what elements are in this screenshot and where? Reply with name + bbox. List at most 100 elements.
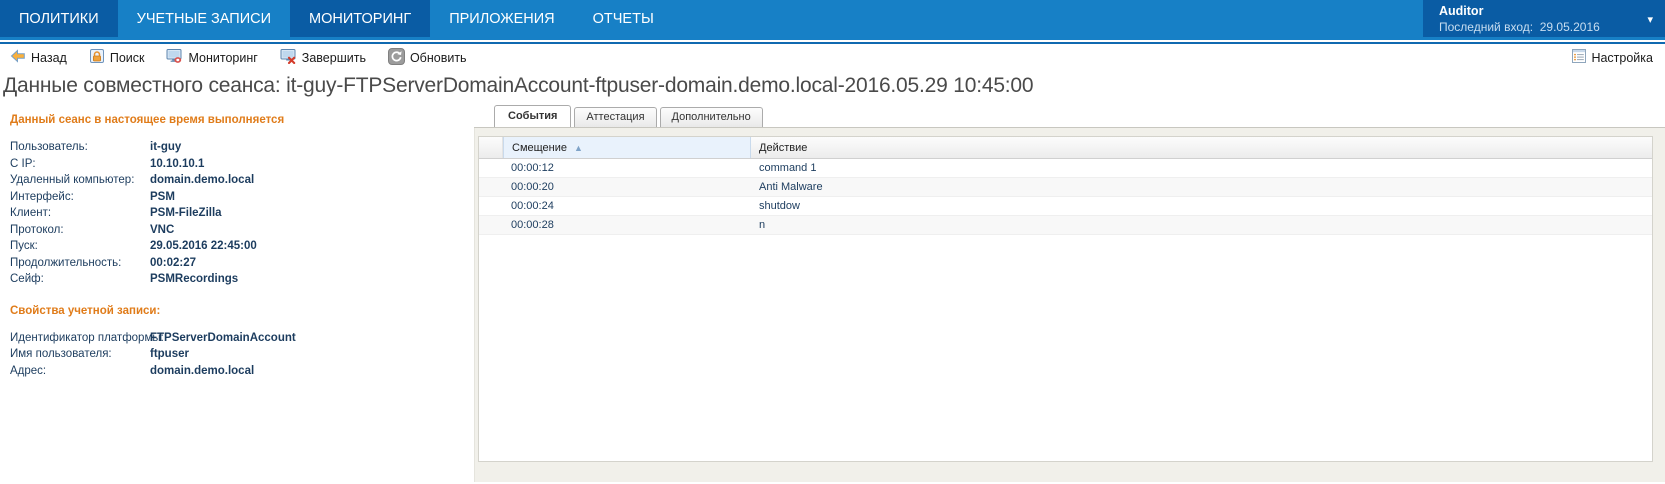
pvwa-page: ПОЛИТИКИ УЧЕТНЫЕ ЗАПИСИ МОНИТОРИНГ ПРИЛО… [0, 0, 1665, 482]
grid-body: 00:00:12 command 1 00:00:20 Anti Malware… [479, 159, 1652, 461]
search-icon [89, 48, 105, 67]
field-value: PSM [150, 190, 175, 203]
field-value: domain.demo.local [150, 174, 255, 187]
row-gutter [479, 197, 503, 215]
field-value: ftpuser [150, 348, 189, 361]
session-field-client: Клиент: PSM-FileZilla [10, 205, 474, 222]
field-value: domain.demo.local [150, 364, 255, 377]
field-value: FTPServerDomainAccount [150, 331, 296, 344]
terminate-button[interactable]: Завершить [278, 47, 368, 68]
field-value: 10.10.10.1 [150, 157, 205, 170]
column-header-action[interactable]: Действие [751, 137, 1652, 158]
session-field-remote-machine: Удаленный компьютер: domain.demo.local [10, 172, 474, 189]
field-label: Удаленный компьютер: [10, 174, 135, 187]
field-label: Пользователь: [10, 141, 88, 154]
event-row-4[interactable]: 00:00:28 n [479, 216, 1652, 235]
account-field-address: Адрес: domain.demo.local [10, 363, 474, 380]
field-label: Пуск: [10, 240, 38, 253]
user-menu[interactable]: Auditor Последний вход: 29.05.2016 ▾ [1423, 0, 1665, 37]
field-label: Адрес: [10, 364, 47, 377]
session-field-interface: Интерфейс: PSM [10, 189, 474, 206]
terminate-button-label: Завершить [301, 50, 366, 65]
row-gutter [479, 216, 503, 234]
event-action: shutdow [759, 200, 800, 212]
session-status-header: Данный сеанс в настоящее время выполняет… [10, 114, 285, 126]
refresh-icon [387, 47, 405, 68]
grid-header-row: Смещение ▲ Действие [479, 137, 1652, 159]
event-offset: 00:00:28 [511, 219, 554, 231]
user-name: Auditor [1439, 4, 1484, 19]
field-label: Интерфейс: [10, 190, 74, 203]
settings-icon [1572, 49, 1587, 66]
event-offset: 00:00:24 [511, 200, 554, 212]
back-button[interactable]: Назад [8, 47, 69, 68]
last-login-value: 29.05.2016 [1539, 19, 1600, 34]
field-label: Продолжительность: [10, 256, 122, 269]
tab-bar: События Аттестация Дополнительно [474, 104, 1665, 128]
field-value: PSMRecordings [150, 273, 239, 286]
nav-item-policies[interactable]: ПОЛИТИКИ [0, 0, 118, 37]
field-value: PSM-FileZilla [150, 207, 222, 220]
user-info: Auditor Последний вход: 29.05.2016 [1439, 4, 1639, 35]
account-field-platform-id: Идентификатор платформы: FTPServerDomain… [10, 330, 474, 347]
chevron-down-icon: ▾ [1647, 14, 1653, 26]
session-field-from-ip: С IP: 10.10.10.1 [10, 156, 474, 173]
last-login-label: Последний вход: [1439, 19, 1534, 34]
event-offset: 00:00:12 [511, 162, 554, 174]
event-action: Anti Malware [759, 181, 823, 193]
field-label: Клиент: [10, 207, 52, 220]
field-value: 00:02:27 [150, 256, 197, 269]
field-label: Протокол: [10, 223, 64, 236]
events-grid: Смещение ▲ Действие 00:00:12 command 1 0… [478, 136, 1653, 462]
event-row-2[interactable]: 00:00:20 Anti Malware [479, 178, 1652, 197]
events-grid-panel: Смещение ▲ Действие 00:00:12 command 1 0… [474, 128, 1665, 482]
back-icon [10, 48, 26, 67]
session-field-duration: Продолжительность: 00:02:27 [10, 255, 474, 272]
field-label: Идентификатор платформы: [10, 331, 164, 344]
account-field-username: Имя пользователя: ftpuser [10, 346, 474, 363]
event-action: n [759, 219, 766, 231]
field-value: VNC [150, 223, 175, 236]
event-offset: 00:00:20 [511, 181, 554, 193]
nav-item-accounts[interactable]: УЧЕТНЫЕ ЗАПИСИ [118, 0, 290, 37]
sort-asc-icon: ▲ [574, 142, 583, 153]
monitoring-icon [166, 48, 183, 67]
event-row-1[interactable]: 00:00:12 command 1 [479, 159, 1652, 178]
settings-button-label: Настройка [1591, 50, 1653, 65]
grid-gutter-header [479, 137, 503, 158]
field-label: Сейф: [10, 273, 44, 286]
monitoring-button-label: Мониторинг [188, 50, 258, 65]
nav-item-reports[interactable]: ОТЧЕТЫ [574, 0, 673, 37]
refresh-button-label: Обновить [409, 50, 467, 65]
events-area: События Аттестация Дополнительно Смещени… [474, 104, 1665, 482]
content: Данный сеанс в настоящее время выполняет… [0, 104, 1665, 482]
refresh-button[interactable]: Обновить [386, 47, 469, 69]
nav-item-applications[interactable]: ПРИЛОЖЕНИЯ [430, 0, 573, 37]
back-button-label: Назад [31, 50, 67, 65]
search-button[interactable]: Поиск [87, 47, 147, 68]
last-login: Последний вход: 29.05.2016 [1439, 20, 1639, 35]
session-field-safe: Сейф: PSMRecordings [10, 271, 474, 288]
session-field-protocol: Протокол: VNC [10, 222, 474, 239]
field-label: С IP: [10, 157, 36, 170]
toolbar: Назад Поиск Мониторинг Завершить Обновит… [0, 44, 1665, 71]
monitoring-button[interactable]: Мониторинг [164, 47, 259, 68]
terminate-icon [280, 48, 297, 67]
nav-item-monitoring[interactable]: МОНИТОРИНГ [290, 0, 431, 37]
search-button-label: Поиск [109, 50, 145, 65]
page-title: Данные совместного сеанса: it-guy-FTPSer… [3, 74, 1034, 97]
top-nav: ПОЛИТИКИ УЧЕТНЫЕ ЗАПИСИ МОНИТОРИНГ ПРИЛО… [0, 0, 1665, 40]
tab-events[interactable]: События [494, 105, 572, 127]
settings-button[interactable]: Настройка [1570, 48, 1655, 67]
tab-additional[interactable]: Дополнительно [659, 107, 763, 127]
row-gutter [479, 178, 503, 196]
field-value: 29.05.2016 22:45:00 [150, 240, 257, 253]
session-field-user: Пользователь: it-guy [10, 139, 474, 156]
field-label: Имя пользователя: [10, 348, 112, 361]
field-value: it-guy [150, 141, 182, 154]
event-row-3[interactable]: 00:00:24 shutdow [479, 197, 1652, 216]
row-gutter [479, 159, 503, 177]
column-header-offset[interactable]: Смещение ▲ [503, 137, 751, 158]
tab-attestation[interactable]: Аттестация [574, 107, 657, 127]
account-properties-header: Свойства учетной записи: [10, 304, 161, 317]
